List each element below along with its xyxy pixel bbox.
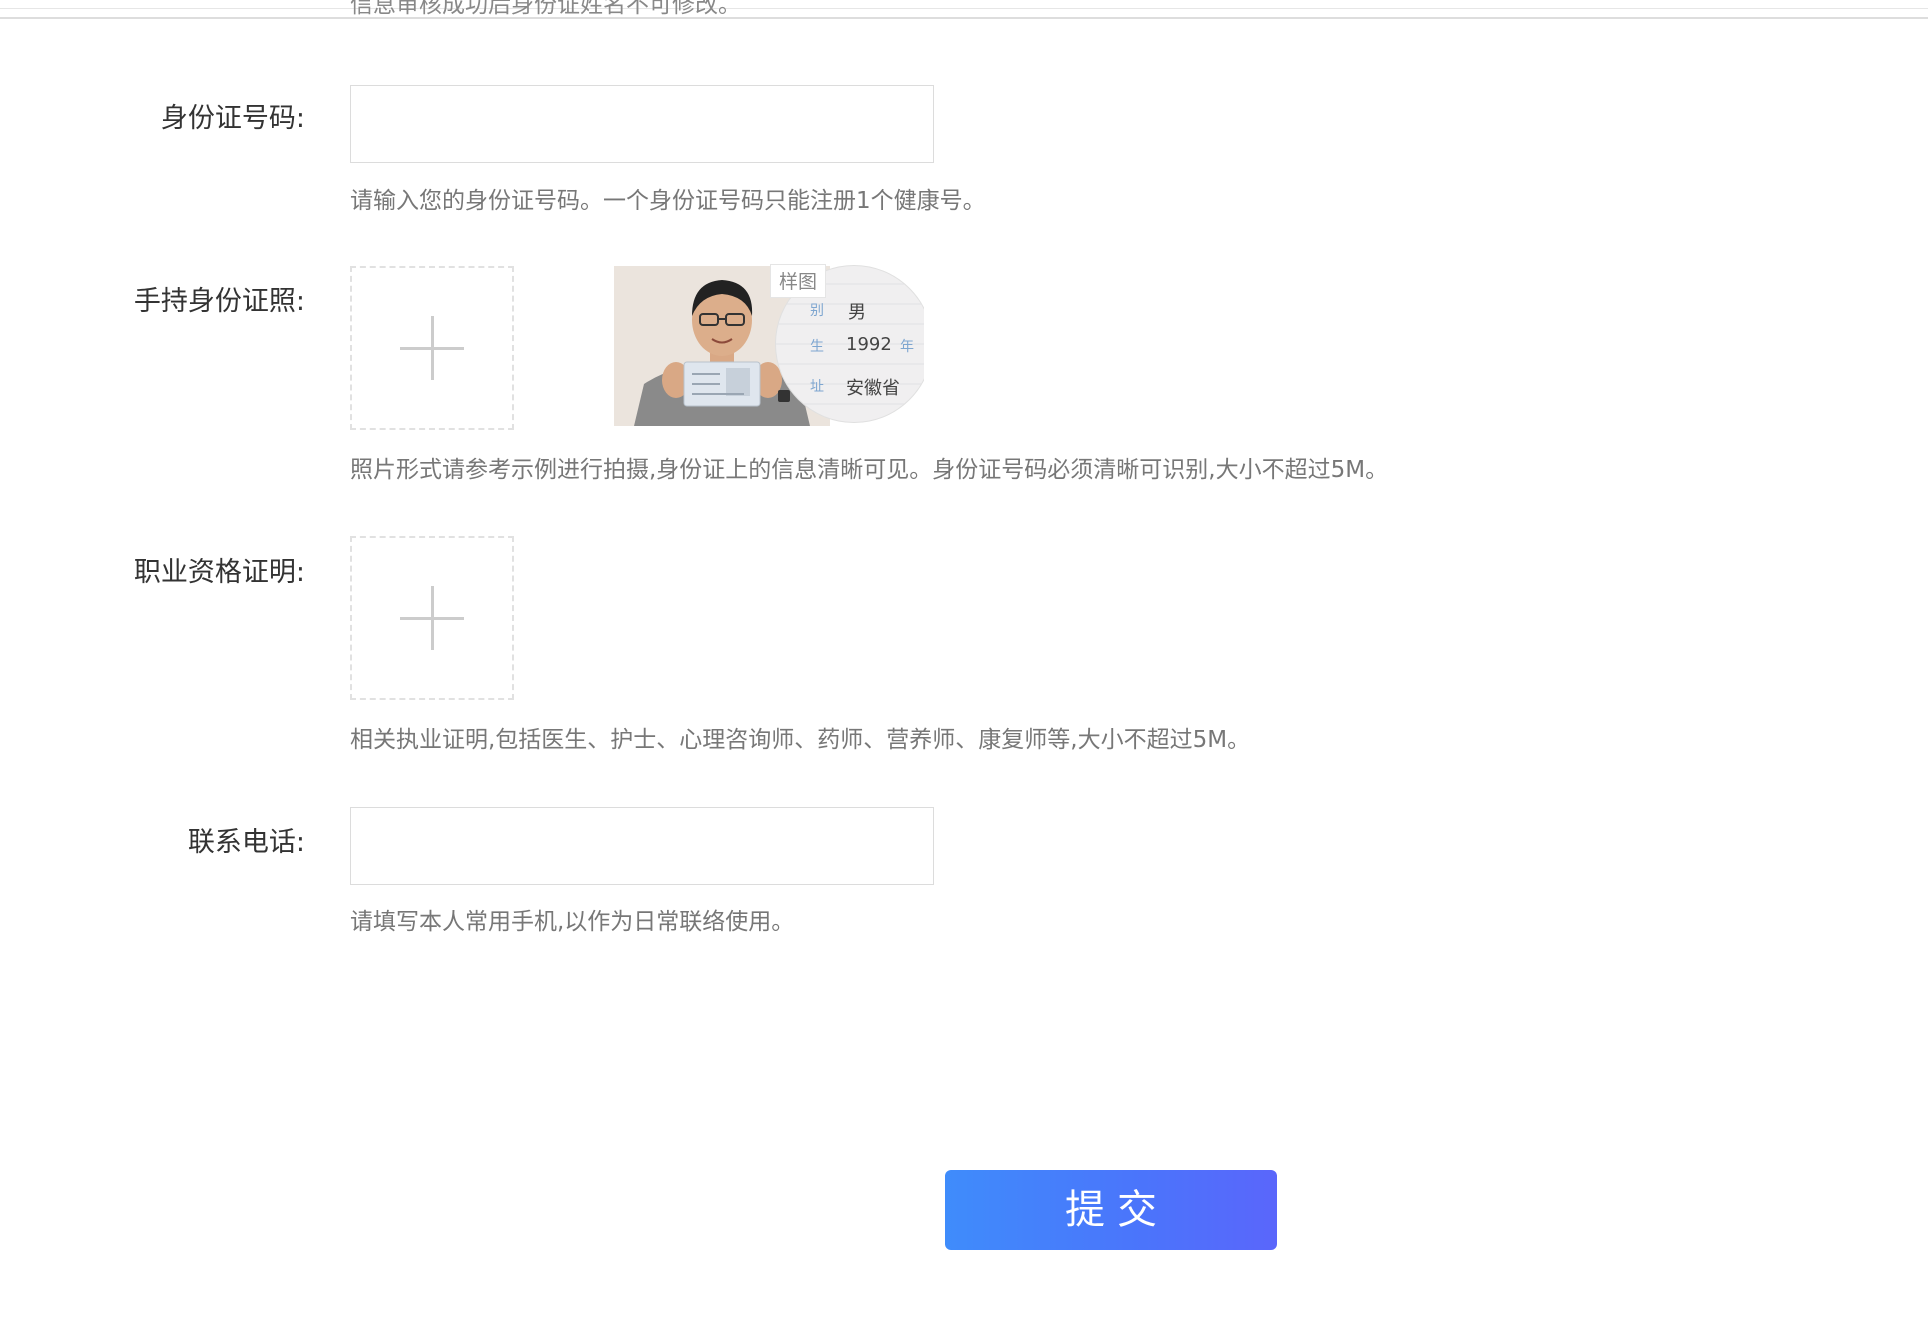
plus-icon — [400, 316, 464, 380]
sample-side-char: 生 — [810, 339, 824, 355]
submit-button[interactable]: 提交 — [945, 1170, 1277, 1250]
id-photo-sample: 样图 男 1992 安徽省 别 生 年 址 — [614, 264, 924, 428]
phone-hint: 请填写本人常用手机,以作为日常联络使用。 — [350, 909, 795, 935]
sample-side-char: 别 — [810, 303, 824, 319]
id-photo-hint: 照片形式请参考示例进行拍摄,身份证上的信息清晰可见。身份证号码必须清晰可识别,大… — [350, 457, 1389, 483]
id-number-hint: 请输入您的身份证号码。一个身份证号码只能注册1个健康号。 — [350, 188, 986, 214]
plus-icon — [400, 586, 464, 650]
sample-address: 安徽省 — [846, 378, 900, 399]
sample-tag: 样图 — [770, 264, 826, 298]
id-number-label: 身份证号码: — [160, 103, 305, 134]
id-number-input[interactable] — [350, 85, 934, 163]
phone-label: 联系电话: — [187, 827, 305, 858]
qualification-upload[interactable] — [350, 536, 514, 700]
phone-input[interactable] — [350, 807, 934, 885]
id-photo-upload[interactable] — [350, 266, 514, 430]
previous-hint-cut: 信息审核成功后身份证姓名不可修改。 — [350, 0, 741, 18]
sample-side-char: 年 — [900, 339, 914, 355]
qualification-hint: 相关执业证明,包括医生、护士、心理咨询师、药师、营养师、康复师等,大小不超过5M… — [350, 727, 1251, 753]
id-photo-label: 手持身份证照: — [133, 286, 305, 317]
sample-year: 1992 — [846, 334, 892, 355]
qualification-label: 职业资格证明: — [133, 557, 305, 588]
sample-side-char: 址 — [810, 379, 824, 395]
top-divider — [0, 0, 1928, 19]
sample-gender: 男 — [848, 302, 866, 323]
